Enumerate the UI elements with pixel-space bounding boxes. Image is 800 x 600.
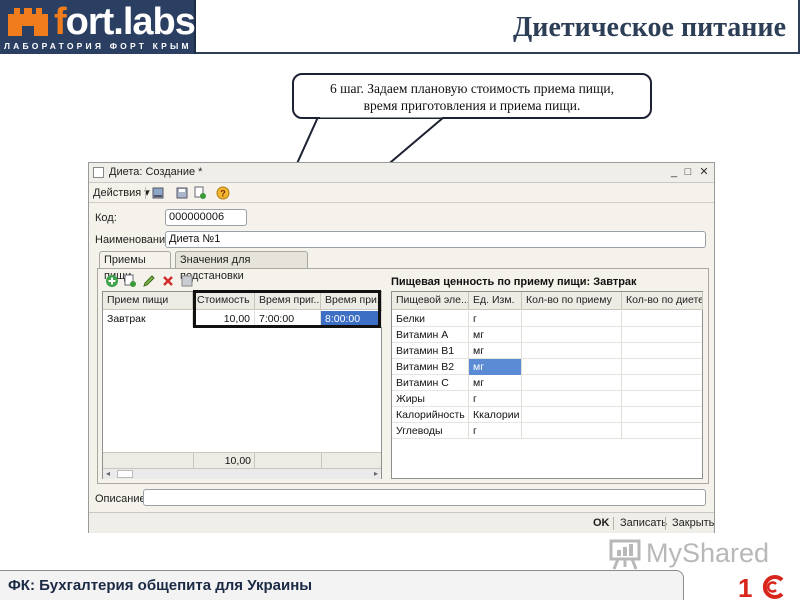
code-label: Код: [95,212,117,224]
slide-header: fort.labs ЛАБОРАТОРИЯ ФОРТ КРЫМ Диетичес… [0,0,800,54]
description-label: Описание: [95,493,149,505]
fortlabs-logo: fort.labs ЛАБОРАТОРИЯ ФОРТ КРЫМ [0,0,196,54]
cell-qty-meal[interactable] [522,375,622,391]
cell-element[interactable]: Витамин В2 [392,359,469,375]
cell-qty-meal[interactable] [522,391,622,407]
slide: fort.labs ЛАБОРАТОРИЯ ФОРТ КРЫМ Диетичес… [0,0,800,600]
save-icon[interactable] [175,186,189,200]
ok-button[interactable]: OK [593,513,610,533]
cell-meal[interactable]: Завтрак [103,311,193,327]
minimize-button[interactable]: _ [667,165,681,179]
callout-line-2: время приготовления и приема пищи. [363,98,581,113]
callout-line-1: 6 шаг. Задаем плановую стоимость приема … [329,81,615,96]
maximize-button[interactable]: □ [681,165,695,179]
scrollbar-thumb[interactable] [117,470,133,478]
button-separator [665,517,666,530]
onec-logo: 1 [738,574,784,600]
delete-row-icon[interactable] [161,274,175,288]
toolbar-separator [145,187,146,199]
window-title: Диета: Создание * [109,166,203,178]
diet-form-window: Диета: Создание * _ □ ✕ Действия ▾ ? Код… [88,162,715,533]
copy-document-icon[interactable] [193,186,207,200]
add-row-icon[interactable] [105,274,119,288]
cell-unit[interactable]: г [469,311,522,327]
cell-unit[interactable]: г [469,391,522,407]
total-cost: 10,00 [224,455,251,467]
cell-unit[interactable]: Ккалории [469,407,522,423]
cell-qty-meal[interactable] [522,407,622,423]
close-button[interactable]: Закрыть [672,513,714,533]
svg-text:?: ? [220,189,226,199]
save-button[interactable]: Записать [620,513,667,533]
cell-unit[interactable]: мг [469,327,522,343]
table-row[interactable]: Углеводы г [392,423,702,439]
logo-wordmark: fort.labs [54,1,196,43]
table-row[interactable]: Витамин В1 мг [392,343,702,359]
help-icon[interactable]: ? [216,186,230,200]
col-header-meal[interactable]: Прием пищи [103,292,193,310]
footer-text: ФК: Бухгалтерия общепита для Украины [8,577,313,594]
cell-unit[interactable]: мг [469,343,522,359]
cell-unit[interactable]: мг [469,375,522,391]
cell-element[interactable]: Витамин А [392,327,469,343]
col-header-qty-meal[interactable]: Кол-во по приему [522,292,622,310]
watermark-text: MyShared [646,538,770,568]
table-row[interactable]: Витамин А мг [392,327,702,343]
name-field[interactable]: Диета №1 [165,231,706,248]
cell-unit[interactable]: мг [469,359,522,375]
tab-substitution-values[interactable]: Значения для подстановки [175,251,308,282]
cell-qty-meal[interactable] [522,327,622,343]
page-title: Диетическое питание [513,12,786,43]
cell-qty-meal[interactable] [522,359,622,375]
table-row[interactable]: Витамин В2 мг [392,359,702,375]
table-totals: 10,00 [103,452,381,468]
table-row[interactable]: Белки г [392,311,702,327]
code-field[interactable]: 000000006 [165,209,247,226]
cell-qty-meal[interactable] [522,311,622,327]
actions-menu[interactable]: Действия ▾ [93,183,150,203]
table-row[interactable]: Витамин С мг [392,375,702,391]
copy-row-icon[interactable] [123,274,137,288]
castle-icon [8,8,48,36]
name-label: Наименование: [95,234,175,246]
scroll-right-icon[interactable]: ▸ [374,469,378,478]
table-row[interactable]: Калорийность Ккалории [392,407,702,423]
col-header-qty-diet[interactable]: Кол-во по диете [622,292,703,310]
presentation-board-icon [609,539,641,570]
cell-element[interactable]: Витамин В1 [392,343,469,359]
col-header-element[interactable]: Пищевой эле... [392,292,469,310]
cell-element[interactable]: Калорийность [392,407,469,423]
tab-meals[interactable]: Приемы пищи [99,251,171,282]
cell-qty-meal[interactable] [522,423,622,439]
step-callout: 6 шаг. Задаем плановую стоимость приема … [292,73,652,119]
cell-unit[interactable]: г [469,423,522,439]
svg-text:1: 1 [738,574,752,600]
horizontal-scrollbar[interactable]: ◂ ▸ [103,468,381,479]
window-toolbar: Действия ▾ ? [89,183,714,203]
scroll-left-icon[interactable]: ◂ [106,469,110,478]
form-buttons: OK Записать Закрыть [89,512,714,533]
post-icon[interactable] [151,186,165,200]
description-field[interactable] [143,489,706,506]
highlight-frame [193,290,381,328]
table-row[interactable]: Жиры г [392,391,702,407]
cell-qty-meal[interactable] [522,343,622,359]
slide-footer: ФК: Бухгалтерия общепита для Украины [0,570,684,600]
end-edit-icon[interactable] [180,274,194,288]
cell-element[interactable]: Углеводы [392,423,469,439]
nutrition-title: Пищевая ценность по приему пищи: Завтрак [391,276,637,288]
window-titlebar[interactable]: Диета: Создание * _ □ ✕ [89,163,714,183]
cell-element[interactable]: Белки [392,311,469,327]
button-separator [613,517,614,530]
close-window-button[interactable]: ✕ [697,165,711,179]
edit-row-icon[interactable] [142,274,156,288]
logo-subtitle: ЛАБОРАТОРИЯ ФОРТ КРЫМ [4,41,192,51]
col-header-unit[interactable]: Ед. Изм. [469,292,522,310]
document-icon [93,167,104,178]
myshared-watermark: MyShared [606,536,776,572]
cell-element[interactable]: Витамин С [392,375,469,391]
cell-element[interactable]: Жиры [392,391,469,407]
nutrition-table: Пищевой эле... Ед. Изм. Кол-во по приему… [391,291,703,479]
